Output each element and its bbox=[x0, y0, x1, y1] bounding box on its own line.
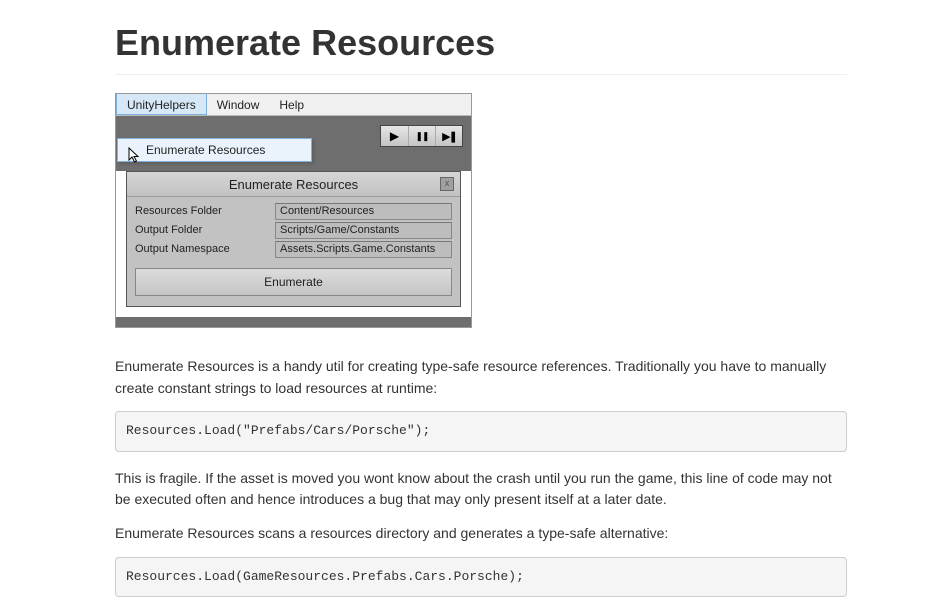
paragraph: This is fragile. If the asset is moved y… bbox=[115, 468, 847, 511]
article-body: Enumerate Resources is a handy util for … bbox=[115, 356, 847, 597]
dialog-title: Enumerate Resources bbox=[229, 177, 358, 192]
form-label: Output Folder bbox=[135, 222, 275, 239]
menubar-dropdown: Enumerate Resources bbox=[117, 138, 312, 162]
pause-icon: ❚❚ bbox=[415, 131, 428, 142]
skip-button[interactable]: ▶❚ bbox=[435, 126, 462, 146]
menubar-item-unityhelpers[interactable]: UnityHelpers bbox=[116, 94, 207, 115]
output-folder-field[interactable]: Scripts/Game/Constants bbox=[275, 222, 452, 239]
output-namespace-field[interactable]: Assets.Scripts.Game.Constants bbox=[275, 241, 452, 258]
skip-icon: ▶❚ bbox=[442, 130, 456, 143]
form-row-output-folder: Output Folder Scripts/Game/Constants bbox=[135, 222, 452, 239]
code-block: Resources.Load("Prefabs/Cars/Porsche"); bbox=[115, 411, 847, 451]
pause-button[interactable]: ❚❚ bbox=[408, 126, 435, 146]
dialog-close-button[interactable]: x bbox=[440, 177, 454, 191]
form-row-output-namespace: Output Namespace Assets.Scripts.Game.Con… bbox=[135, 241, 452, 258]
transport-controls: ▶ ❚❚ ▶❚ bbox=[380, 125, 463, 147]
form-row-resources-folder: Resources Folder Content/Resources bbox=[135, 203, 452, 220]
form-label: Resources Folder bbox=[135, 203, 275, 220]
menubar-item-window[interactable]: Window bbox=[207, 94, 270, 115]
play-icon: ▶ bbox=[390, 129, 399, 143]
code-block: Resources.Load(GameResources.Prefabs.Car… bbox=[115, 557, 847, 597]
resources-folder-field[interactable]: Content/Resources bbox=[275, 203, 452, 220]
dialog-titlebar: Enumerate Resources x bbox=[127, 172, 460, 197]
play-button[interactable]: ▶ bbox=[381, 126, 408, 146]
unity-screenshot: UnityHelpers Window Help Enumerate Resou… bbox=[115, 93, 472, 328]
menu-item-label: Enumerate Resources bbox=[146, 143, 265, 157]
paragraph: Enumerate Resources is a handy util for … bbox=[115, 356, 847, 399]
menubar: UnityHelpers Window Help bbox=[116, 94, 471, 116]
enumerate-button[interactable]: Enumerate bbox=[135, 268, 452, 296]
form-label: Output Namespace bbox=[135, 241, 275, 258]
cursor-icon bbox=[128, 147, 142, 168]
enumerate-dialog: Enumerate Resources x Resources Folder C… bbox=[126, 171, 461, 307]
paragraph: Enumerate Resources scans a resources di… bbox=[115, 523, 847, 545]
menu-item-enumerate-resources[interactable]: Enumerate Resources bbox=[117, 138, 312, 162]
page-title: Enumerate Resources bbox=[115, 0, 847, 75]
menubar-item-help[interactable]: Help bbox=[269, 94, 314, 115]
